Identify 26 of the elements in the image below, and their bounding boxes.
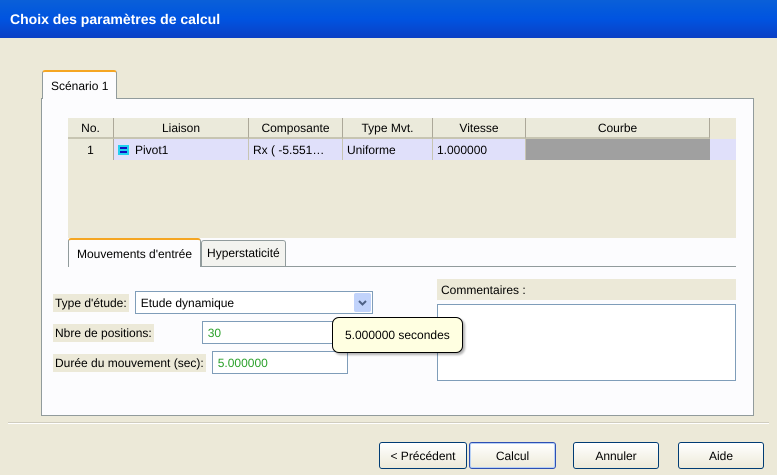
comments-label: Commentaires : [437,279,736,300]
tab[interactable]: Hyperstaticité [201,240,286,266]
tooltip: 5.000000 secondes [332,317,463,353]
joint-icon [118,144,129,154]
column-header[interactable]: Type Mvt. [343,118,433,139]
column-header[interactable]: No. [68,118,114,139]
dialog-button[interactable]: Annuler [573,442,659,469]
dialog-button[interactable]: < Précédent [379,442,467,469]
table-row[interactable]: 1 Pivot1 Rx ( -5.551… Uniforme 1.000000 [68,139,736,160]
study-type-dropdown[interactable]: Etude dynamique [134,291,373,314]
row-number: 1 [68,139,114,160]
tab[interactable]: Scénario 1 [42,70,118,99]
dialog-button[interactable]: Calcul [469,442,556,469]
table-cell: Uniforme [343,139,433,160]
column-header[interactable]: Courbe [526,118,710,139]
field-label: Durée du mouvement (sec): [53,354,206,372]
field-label: Type d'étude: [53,294,129,312]
dialog-button[interactable]: Aide [678,442,764,469]
column-header[interactable]: Vitesse [433,118,526,139]
field-label: Nbre de positions: [53,324,154,342]
table-cell: Rx ( -5.551… [249,139,343,160]
tab[interactable]: Mouvements d'entrée [68,238,202,267]
window-title: Choix des paramètres de calcul [10,10,220,29]
column-header[interactable]: Liaison [114,118,249,139]
table-cell: Pivot1 [114,139,249,160]
column-header[interactable]: Composante [249,118,343,139]
